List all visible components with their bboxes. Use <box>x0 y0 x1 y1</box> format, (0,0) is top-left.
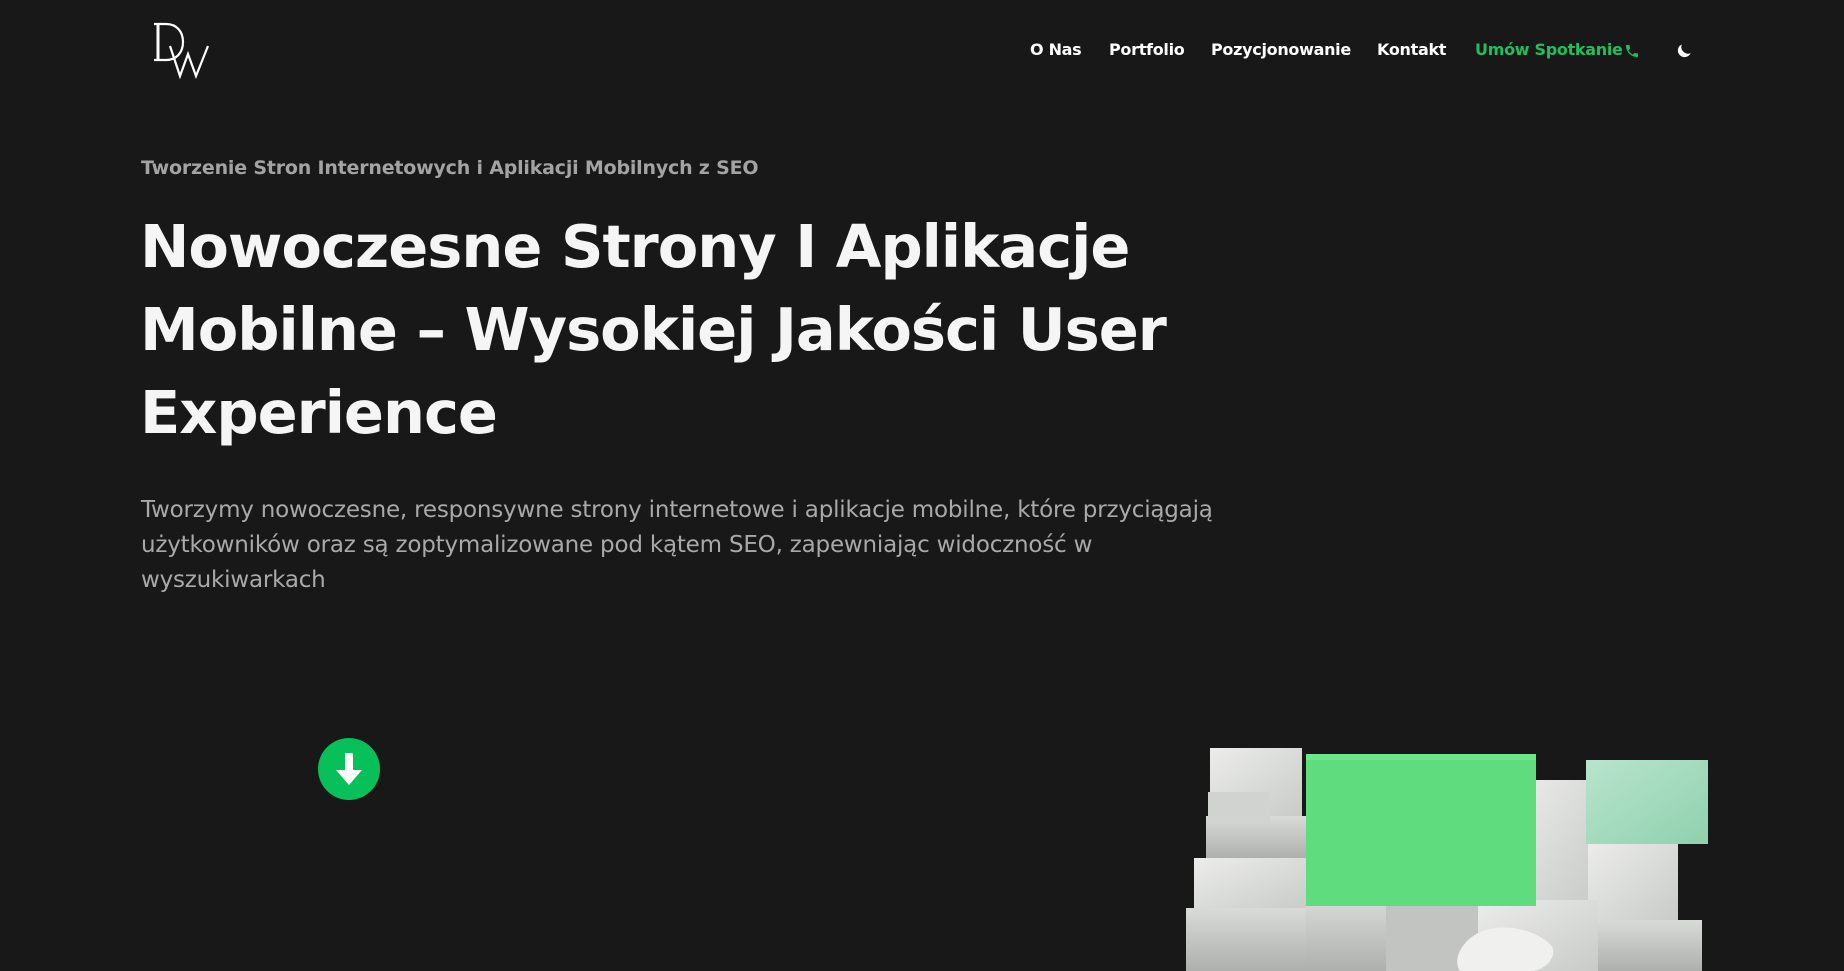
nav-link-o-nas[interactable]: O Nas <box>1030 40 1082 60</box>
page: O Nas Portfolio Pozycjonowanie Kontakt U… <box>0 0 1844 971</box>
phone-icon[interactable] <box>1624 43 1640 59</box>
hero-headline: Nowoczesne Strony I Aplikacje Mobilne – … <box>140 212 1167 447</box>
scroll-down-button[interactable] <box>318 738 380 800</box>
moon-icon[interactable] <box>1674 41 1694 61</box>
hero-eyebrow: Tworzenie Stron Internetowych i Aplikacj… <box>141 157 759 179</box>
stacked-blocks-illustration <box>1150 730 1780 971</box>
nav-link-kontakt[interactable]: Kontakt <box>1377 40 1446 60</box>
nav-link-portfolio[interactable]: Portfolio <box>1109 40 1185 60</box>
nav-cta-umow-spotkanie[interactable]: Umów Spotkanie <box>1475 40 1623 60</box>
arrow-down-icon <box>336 753 362 785</box>
nav-link-pozycjonowanie[interactable]: Pozycjonowanie <box>1211 40 1351 60</box>
main-nav: O Nas Portfolio Pozycjonowanie Kontakt U… <box>0 40 1844 64</box>
hero-description: Tworzymy nowoczesne, responsywne strony … <box>141 497 1213 593</box>
